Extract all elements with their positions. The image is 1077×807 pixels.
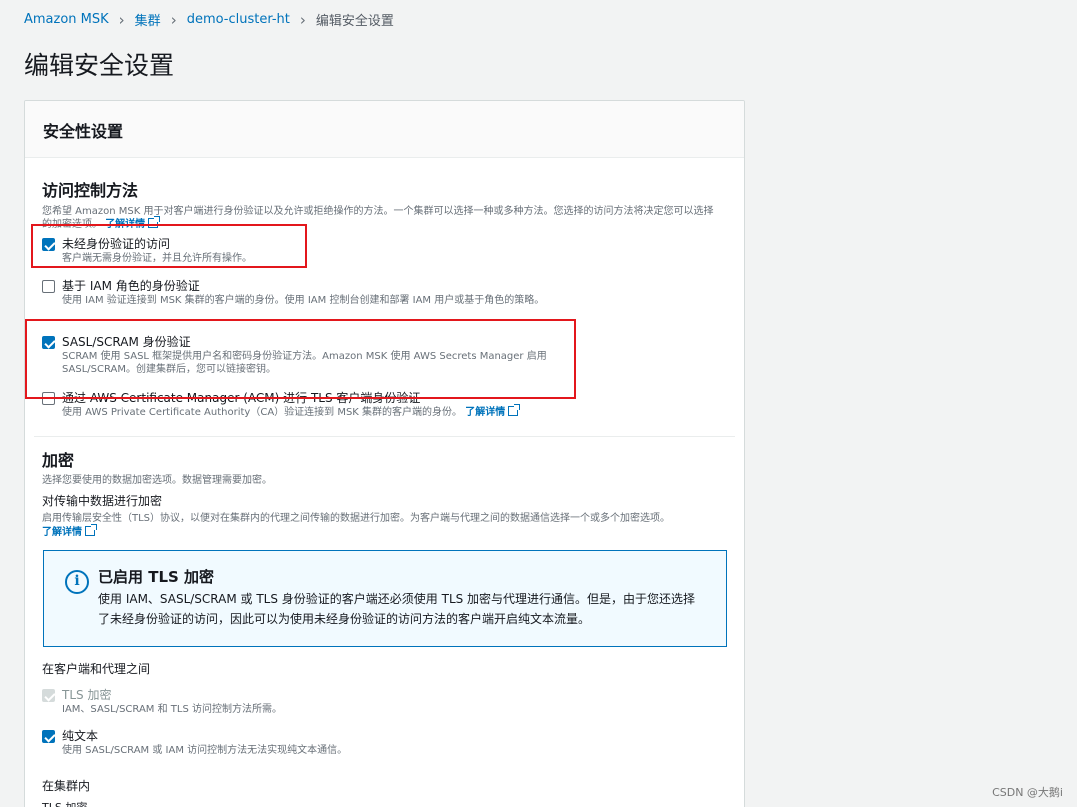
annotation-box-unauthenticated [31, 224, 307, 268]
learn-more-link[interactable]: 了解详情 [465, 404, 521, 418]
breadcrumb-amazon-msk[interactable]: Amazon MSK [24, 12, 109, 27]
plaintext-checkbox[interactable] [42, 730, 55, 743]
access-control-section: 访问控制方法 您希望 Amazon MSK 用于对客户端进行身份验证以及允许或拒… [42, 177, 727, 231]
panel-header: 安全性设置 [25, 101, 744, 158]
breadcrumb-cluster-name[interactable]: demo-cluster-ht [187, 12, 290, 27]
watermark: CSDN @大鹅i [992, 786, 1063, 799]
option-desc: 使用 SASL/SCRAM 或 IAM 访问控制方法无法实现纯文本通信。 [62, 745, 348, 756]
external-link-icon [508, 404, 521, 416]
option-iam: 基于 IAM 角色的身份验证 使用 IAM 验证连接到 MSK 集群的客户端的身… [42, 278, 562, 307]
access-control-heading: 访问控制方法 [42, 181, 139, 200]
encryption-description: 选择您要使用的数据加密选项。数据管理需要加密。 [42, 475, 272, 486]
tls-info-alert: i 已启用 TLS 加密 使用 IAM、SASL/SCRAM 或 TLS 身份验… [43, 550, 727, 647]
chevron-right-icon: › [299, 10, 306, 29]
alert-body: 使用 IAM、SASL/SCRAM 或 TLS 身份验证的客户端还必须使用 TL… [98, 592, 696, 626]
page-title: 编辑安全设置 [24, 51, 175, 80]
option-plaintext: 纯文本 使用 SASL/SCRAM 或 IAM 访问控制方法无法实现纯文本通信。 [42, 728, 562, 757]
within-cluster-tls-label: TLS 加密 [42, 799, 87, 807]
encryption-section: 加密 选择您要使用的数据加密选项。数据管理需要加密。 对传输中数据进行加密 启用… [42, 447, 732, 539]
external-link-icon [85, 524, 97, 536]
annotation-box-sasl-scram [25, 319, 576, 399]
chevron-right-icon: › [170, 10, 177, 29]
breadcrumb-current: 编辑安全设置 [315, 14, 394, 29]
tls-encryption-checkbox[interactable] [42, 689, 55, 702]
security-settings-panel: 安全性设置 访问控制方法 您希望 Amazon MSK 用于对客户端进行身份验证… [24, 100, 745, 807]
option-desc: 使用 AWS Private Certificate Authority（CA）… [62, 404, 722, 419]
breadcrumb-clusters[interactable]: 集群 [135, 10, 161, 29]
info-icon: i [65, 570, 89, 594]
option-desc: 使用 IAM 验证连接到 MSK 集群的客户端的身份。使用 IAM 控制台创建和… [62, 295, 545, 306]
in-transit-description: 启用传输层安全性（TLS）协议，以便对在集群内的代理之间传输的数据进行加密。为客… [42, 513, 671, 524]
iam-checkbox[interactable] [42, 280, 55, 293]
learn-more-link[interactable]: 了解详情 [42, 524, 97, 538]
option-label: TLS 加密 [62, 688, 112, 702]
chevron-right-icon: › [118, 10, 125, 29]
option-label: 基于 IAM 角色的身份验证 [62, 279, 200, 293]
option-desc: IAM、SASL/SCRAM 和 TLS 访问控制方法所需。 [62, 704, 282, 715]
in-transit-learn-more: 了解详情 [42, 524, 732, 539]
in-transit-label: 对传输中数据进行加密 [42, 494, 163, 508]
between-clients-label: 在客户端和代理之间 [42, 662, 151, 676]
breadcrumb: Amazon MSK › 集群 › demo-cluster-ht › 编辑安全… [24, 10, 394, 30]
option-desc-text: 使用 AWS Private Certificate Authority（CA）… [62, 407, 463, 418]
encryption-heading: 加密 [42, 451, 75, 470]
option-tls-encryption: TLS 加密 IAM、SASL/SCRAM 和 TLS 访问控制方法所需。 [42, 687, 562, 716]
alert-title: 已启用 TLS 加密 [98, 568, 215, 586]
option-label: 纯文本 [62, 729, 99, 743]
section-divider [34, 436, 735, 437]
within-cluster-label: 在集群内 [42, 779, 91, 793]
